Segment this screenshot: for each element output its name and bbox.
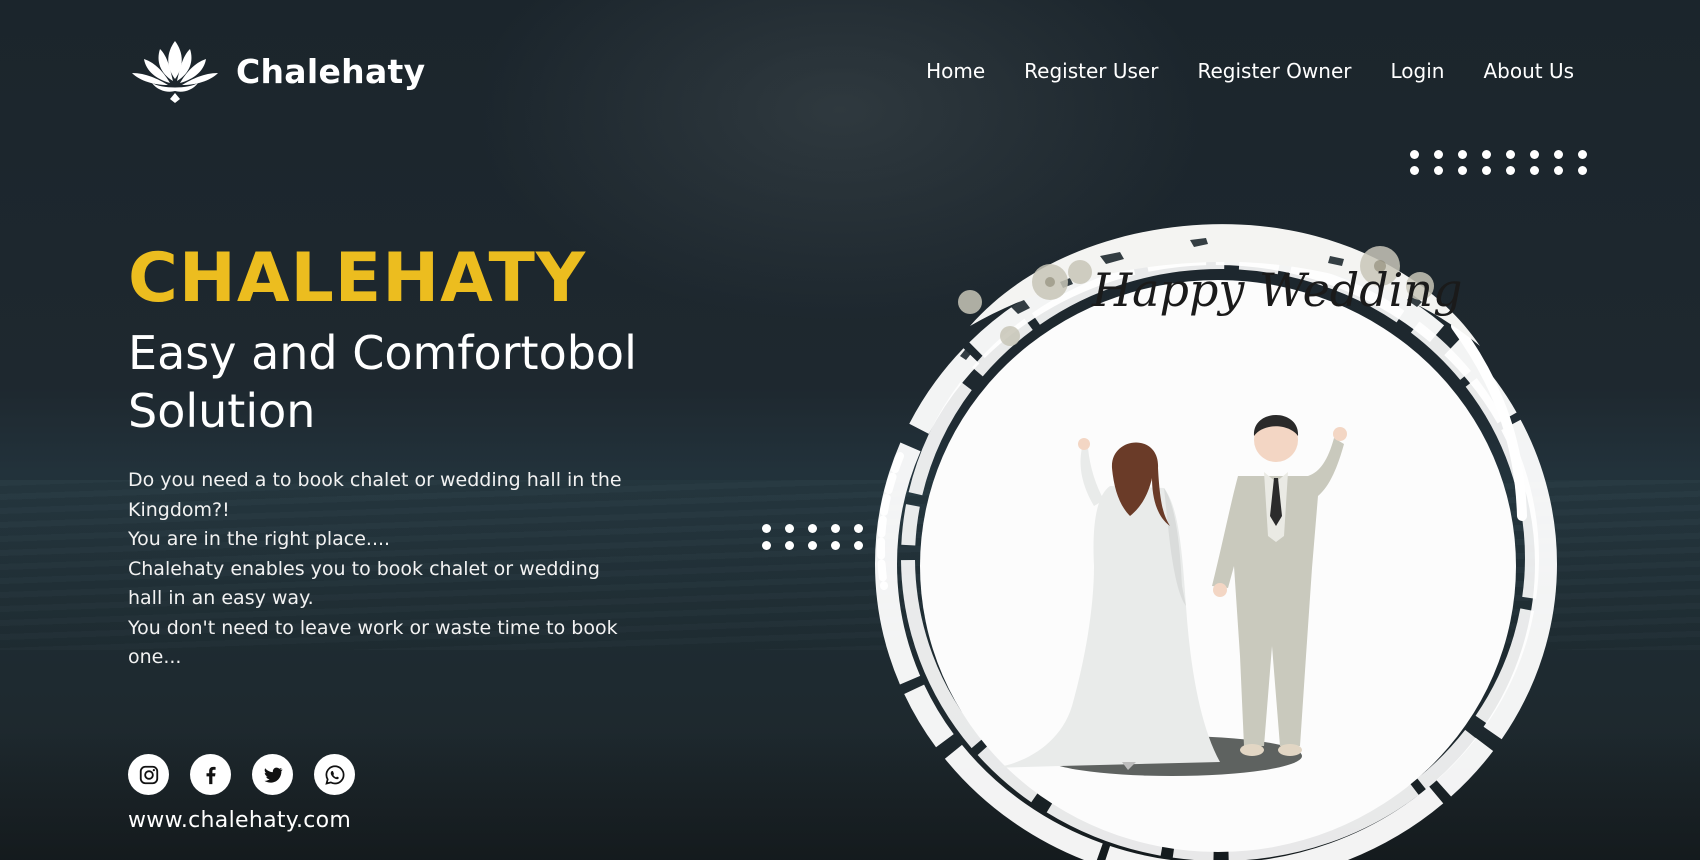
facebook-button[interactable]: [190, 754, 231, 795]
hero-paragraph: Do you need a to book chalet or wedding …: [128, 469, 622, 521]
hero-paragraph: You are in the right place....: [128, 528, 391, 550]
nav-login[interactable]: Login: [1390, 59, 1444, 83]
lotus-icon: [132, 41, 218, 103]
decorative-dots-left: [762, 524, 863, 550]
nav-register-owner[interactable]: Register Owner: [1197, 59, 1351, 83]
illustration-caption: Happy Wedding: [1091, 263, 1462, 317]
decorative-dots-top: [1410, 150, 1587, 175]
whatsapp-button[interactable]: [314, 754, 355, 795]
social-links: [128, 754, 355, 795]
whatsapp-icon: [324, 764, 344, 785]
hero-subtitle: Easy and Comfortobol Solution: [128, 326, 637, 438]
twitter-icon: [263, 767, 282, 783]
site-url[interactable]: www.chalehaty.com: [128, 808, 351, 833]
wedding-illustration: Happy Wedding: [860, 186, 1580, 860]
brand-name: Chalehaty: [236, 51, 426, 91]
twitter-button[interactable]: [252, 754, 293, 795]
facebook-icon: [206, 766, 216, 784]
wedding-couple-image: Happy Wedding: [875, 224, 1557, 860]
nav-register-user[interactable]: Register User: [1024, 59, 1158, 83]
hero-paragraph: You don't need to leave work or waste ti…: [128, 616, 618, 669]
instagram-button[interactable]: [128, 754, 169, 795]
instagram-icon: [139, 765, 158, 784]
nav-home[interactable]: Home: [926, 59, 985, 83]
hero-title: CHALEHATY: [128, 239, 587, 318]
hero-section: CHALEHATY Easy and Comfortobol Solution …: [128, 242, 748, 673]
main-nav: Home Register User Register Owner Login …: [926, 59, 1574, 83]
nav-about-us[interactable]: About Us: [1483, 59, 1574, 83]
brand-logo[interactable]: Chalehaty: [130, 39, 425, 103]
hero-paragraph: Chalehaty enables you to book chalet or …: [128, 557, 600, 610]
site-header: Chalehaty Home Register User Register Ow…: [130, 38, 1574, 104]
hero-description: Do you need a to book chalet or wedding …: [128, 466, 638, 673]
